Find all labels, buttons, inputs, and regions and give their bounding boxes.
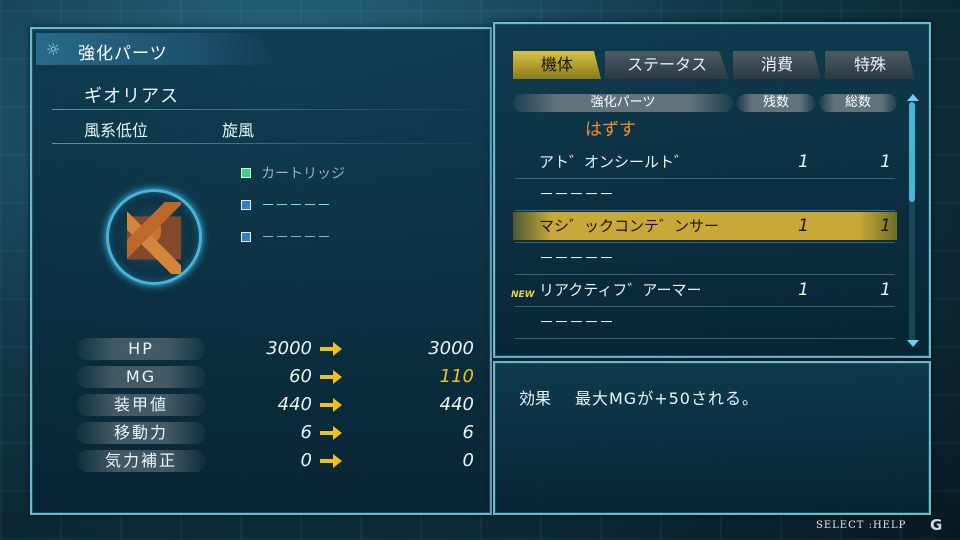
arrow-right-icon <box>320 342 342 356</box>
arrow-right-icon <box>320 454 342 468</box>
green-square-icon <box>241 168 251 178</box>
blue-square-icon <box>241 200 251 210</box>
column-header-total: 総数 <box>819 94 897 112</box>
unit-element: 旋風 <box>222 121 255 140</box>
stat-row-hp: HP 3000 3000 <box>76 338 474 362</box>
column-header-name: 強化パーツ <box>513 94 733 112</box>
stat-label: 装甲値 <box>113 395 168 414</box>
part-remaining: 1 <box>798 280 809 300</box>
part-remaining: 1 <box>798 216 809 236</box>
mecha-icon <box>127 202 181 274</box>
tab-status[interactable]: ステータス <box>605 51 729 79</box>
stat-current: 440 <box>277 394 312 415</box>
stat-label: 気力補正 <box>104 451 177 470</box>
arrow-right-icon <box>320 398 342 412</box>
blue-square-icon <box>241 232 251 242</box>
list-item[interactable]: リアクティフ゛アーマー 1 1 <box>513 276 897 304</box>
logo-icon: G <box>930 516 943 534</box>
help-hint: SELECT :HELP <box>816 520 907 531</box>
part-slot-1[interactable]: カートリッジ <box>241 163 345 183</box>
unit-portrait <box>106 189 202 285</box>
part-slot-2[interactable]: －－－－－ <box>241 195 331 215</box>
tab-special[interactable]: 特殊 <box>825 51 915 79</box>
arrow-right-icon <box>320 426 342 440</box>
arrow-right-icon <box>320 370 342 384</box>
part-name: －－－－－ <box>539 313 615 331</box>
list-item[interactable]: －－－－－ <box>513 180 897 208</box>
unit-type: 風系低位 <box>84 121 149 140</box>
stat-current: 6 <box>300 422 312 443</box>
stat-new: 0 <box>462 450 474 471</box>
stat-label: MG <box>125 367 157 386</box>
stat-new: 440 <box>439 394 474 415</box>
stat-new: 6 <box>462 422 474 443</box>
effect-panel: 効果 最大MGが+50される。 <box>493 361 931 515</box>
part-name: リアクティフ゛アーマー <box>539 281 702 299</box>
remove-part-option[interactable]: はずす <box>513 116 897 144</box>
part-name: マシ゛ックコンテ゛ンサー <box>539 217 720 235</box>
panel-header: ☼ 強化パーツ <box>36 33 276 65</box>
parts-list-panel: 機体 ステータス 消費 特殊 強化パーツ 残数 総数 はずす アト゛オンシールト… <box>493 22 931 358</box>
part-remaining: 1 <box>798 152 809 172</box>
stat-current: 60 <box>289 366 312 387</box>
tab-consumable[interactable]: 消費 <box>733 51 821 79</box>
part-name: －－－－－ <box>539 185 615 203</box>
part-total: 1 <box>880 216 891 236</box>
part-total: 1 <box>880 152 891 172</box>
divider <box>52 109 472 110</box>
list-item[interactable]: －－－－－ <box>513 308 897 336</box>
stat-row-move: 移動力 6 6 <box>76 422 474 446</box>
stat-row-armor: 装甲値 440 440 <box>76 394 474 418</box>
column-header-remaining: 残数 <box>737 94 815 112</box>
swirl-icon: ☼ <box>46 40 61 59</box>
scrollbar[interactable] <box>909 102 915 342</box>
scroll-thumb[interactable] <box>909 102 915 202</box>
slot-label: －－－－－ <box>261 230 331 246</box>
slot-label: カートリッジ <box>261 166 345 182</box>
stat-new: 110 <box>439 366 474 387</box>
parts-status-panel: ☼ 強化パーツ ギオリアス 風系低位 旋風 カートリッジ －－－－－ －－－－－… <box>30 27 492 515</box>
scroll-up-icon[interactable] <box>907 94 919 101</box>
list-item-selected[interactable]: マシ゛ックコンテ゛ンサー 1 1 <box>513 212 897 240</box>
list-item[interactable]: －－－－－ <box>513 244 897 272</box>
stat-label: HP <box>128 339 154 358</box>
slot-label: －－－－－ <box>261 198 331 214</box>
remove-label: はずす <box>585 120 636 140</box>
stat-new: 3000 <box>428 338 474 359</box>
panel-title: 強化パーツ <box>78 44 168 64</box>
part-slot-3[interactable]: －－－－－ <box>241 227 331 247</box>
scroll-down-icon[interactable] <box>907 340 919 347</box>
stat-row-mg: MG 60 110 <box>76 366 474 390</box>
divider <box>52 143 472 144</box>
stat-label: 移動力 <box>113 423 168 442</box>
tab-unit[interactable]: 機体 <box>513 51 601 79</box>
stat-row-morale: 気力補正 0 0 <box>76 450 474 474</box>
stat-current: 0 <box>300 450 312 471</box>
effect-description: 最大MGが+50される。 <box>575 389 759 408</box>
part-total: 1 <box>880 280 891 300</box>
effect-label: 効果 <box>519 389 552 408</box>
stat-current: 3000 <box>266 338 312 359</box>
part-name: アト゛オンシールト゛ <box>539 153 690 171</box>
unit-name: ギオリアス <box>84 86 179 107</box>
list-item[interactable]: アト゛オンシールト゛ 1 1 <box>513 148 897 176</box>
part-name: －－－－－ <box>539 249 615 267</box>
